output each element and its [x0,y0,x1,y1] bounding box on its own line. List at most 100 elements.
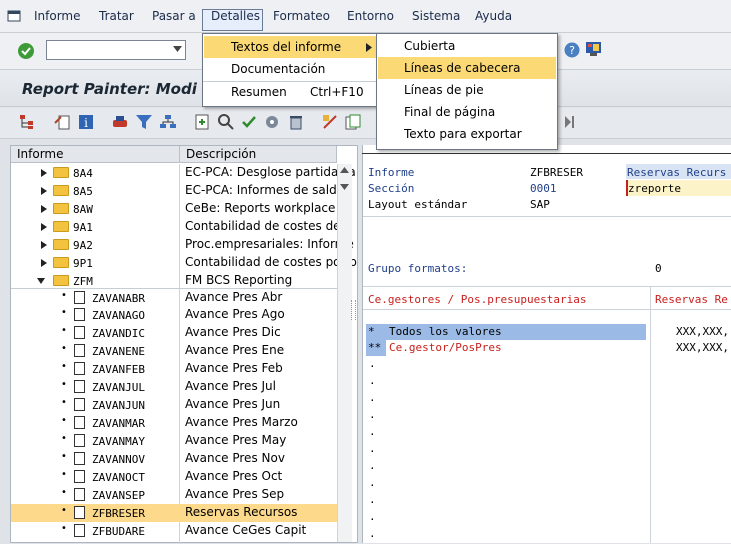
bullet-icon: • [61,379,67,390]
bullet-icon: • [61,469,67,480]
expanded-node-icon[interactable] [37,277,45,285]
informe-desc: Reservas Recurs [627,166,727,179]
report-document-icon [74,362,85,375]
tree-report-row[interactable]: • ZAVANAGO Avance Pres Ago [11,306,337,324]
customize-layout-icon[interactable] [585,41,602,57]
tree-folder-row[interactable]: 8AW CeBe: Reports workplace [11,200,337,218]
menu-ayuda[interactable]: Ayuda [475,9,512,23]
tree-report-row[interactable]: • ZAVANABR Avance Pres Abr [11,288,337,307]
collapsed-node-icon[interactable] [40,223,48,231]
report-description: Avance Pres Jun [185,397,281,411]
menu-documentacion[interactable]: Documentación [204,58,377,80]
splitter-handle[interactable] [351,300,356,320]
submenu-texto-exportar[interactable]: Texto para exportar [378,123,556,145]
tree-report-row[interactable]: • ZAVANMAY Avance Pres May [11,432,337,450]
tree-report-row[interactable]: • ZFBRESER Reservas Recursos [11,504,337,522]
tree-folder-row[interactable]: 9P1 Contabilidad de costes por p [11,254,357,272]
bullet-icon: • [61,343,67,354]
collapsed-node-icon[interactable] [40,169,48,177]
menu-resumen[interactable]: Resumen Ctrl+F10 [204,81,377,103]
menu-pasar-a[interactable]: Pasar a [152,9,196,23]
bullet-icon: • [61,505,67,516]
help-icon[interactable]: ? [564,42,580,58]
find-icon[interactable] [217,113,235,131]
empty-row-dot: . [369,493,376,506]
tree-report-row[interactable]: • ZAVANNOV Avance Pres Nov [11,450,337,468]
tree-folder-row[interactable]: 8A5 EC-PCA: Informes de saldos [11,182,350,200]
copy-format-icon[interactable] [344,113,362,131]
filter-icon[interactable] [135,113,153,131]
tree-folder-row[interactable]: 8A4 EC-PCA: Desglose partidas a [11,164,356,182]
submenu-lineas-pie[interactable]: Líneas de pie [378,79,556,101]
menu-formateo[interactable]: Formateo [273,9,330,23]
collapsed-node-icon[interactable] [40,205,48,213]
tree-report-row[interactable]: • ZAVANJUN Avance Pres Jun [11,396,337,414]
command-field[interactable] [46,40,186,60]
tree-report-row[interactable]: • ZAVANSEP Avance Pres Sep [11,486,337,504]
tree-report-row[interactable]: • ZAVANFEB Avance Pres Feb [11,360,337,378]
submenu-final-pagina[interactable]: Final de página [378,101,556,123]
grupo-formatos-label: Grupo formatos: [368,262,468,275]
insert-row-icon[interactable] [193,113,211,131]
menu-entorno[interactable]: Entorno [347,9,394,23]
empty-row-dot: . [369,527,376,540]
tree-report-row[interactable]: • ZAVANOCT Avance Pres Oct [11,468,337,486]
tree-folder-row[interactable]: 9A2 Proc.empresariales: Informe [11,236,354,254]
tree-report-row[interactable]: • ZAVANENE Avance Pres Ene [11,342,337,360]
display-change-icon[interactable] [53,113,71,131]
folder-description: Contabilidad de costes por p [185,255,357,269]
menu-textos-del-informe[interactable]: Textos del informe [204,36,377,58]
structure-icon[interactable] [159,113,177,131]
cut-edit-icon[interactable] [321,113,339,131]
tree-report-row[interactable]: • ZAVANMAR Avance Pres Marzo [11,414,337,432]
value-column-header[interactable]: Reservas Re [655,293,728,306]
seccion-label: Sección [368,182,415,195]
menu-detalles[interactable]: Detalles [211,9,260,23]
lead-column-header[interactable]: Ce.gestores / Pos.presupuestarias [368,293,587,306]
submenu-lineas-cabecera[interactable]: Líneas de cabecera [378,57,556,79]
bullet-icon: • [61,307,67,318]
row1-label: Todos los valores [389,325,502,338]
scroll-up-icon[interactable] [340,167,349,174]
column-header-descripcion[interactable]: Descripción [180,146,337,163]
submenu-cubierta[interactable]: Cubierta [378,35,556,57]
check-formula-icon[interactable] [240,113,258,131]
detalles-menu: Textos del informe Documentación Resumen… [202,33,379,107]
report-key: ZAVANMAY [92,435,145,448]
folder-key: 9A1 [73,221,93,234]
menu-sistema[interactable]: Sistema [412,9,460,23]
seccion-value: 0001 [530,182,557,195]
report-description: Avance Pres Sep [185,487,285,501]
scroll-down-icon[interactable] [340,184,349,191]
bullet-icon: • [61,290,67,301]
tree-report-row[interactable]: • ZAVANDIC Avance Pres Dic [11,324,337,342]
textos-label: Textos del informe [231,40,342,54]
variant-icon[interactable] [263,113,281,131]
folder-icon [53,185,69,196]
enter-check-icon[interactable] [17,42,35,60]
tree-report-row[interactable]: • ZFBUDARE Avance CeGes Capit [11,522,337,540]
collapsed-node-icon[interactable] [40,187,48,195]
tree-folder-row[interactable]: 9A1 Contabilidad de costes de p [11,218,352,236]
column-header-informe[interactable]: Informe [11,146,180,163]
collapsed-node-icon[interactable] [40,241,48,249]
row2-label[interactable]: Ce.gestor/PosPres [389,341,502,354]
last-page-icon[interactable] [560,113,578,131]
delete-icon[interactable] [287,113,305,131]
folder-description: CeBe: Reports workplace [185,201,336,215]
tree-scrollbar[interactable] [337,164,352,542]
menu-tratar[interactable]: Tratar [99,9,134,23]
print-icon[interactable] [111,113,129,131]
folder-description: Contabilidad de costes de p [185,219,352,233]
collapsed-node-icon[interactable] [40,259,48,267]
application-toolbar [0,108,731,139]
tree-report-row[interactable]: • ZAVANJUL Avance Pres Jul [11,378,337,396]
hierarchy-icon[interactable] [18,113,36,131]
report-document-icon [74,416,85,429]
bullet-icon: • [61,397,67,408]
command-dropdown-icon[interactable] [173,46,182,53]
info-icon[interactable]: i [77,113,95,131]
window-menu-icon[interactable] [7,10,21,23]
menu-informe[interactable]: Informe [34,9,81,23]
bullet-icon: • [61,415,67,426]
